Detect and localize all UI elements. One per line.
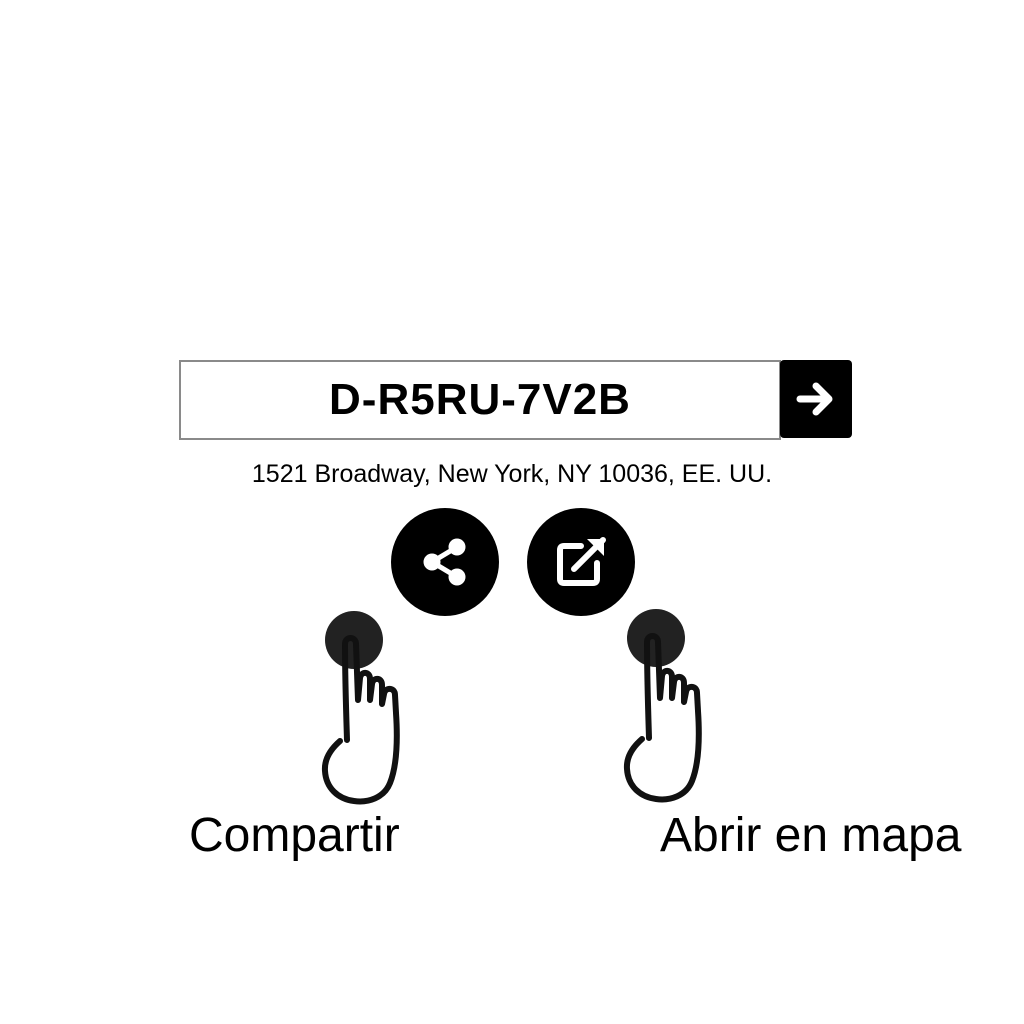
code-field-value: D-R5RU-7V2B (329, 375, 631, 424)
open-map-button[interactable] (527, 508, 635, 616)
tap-hand-icon (321, 611, 400, 805)
external-link-icon (557, 537, 606, 586)
tap-hand-icon (623, 609, 702, 803)
share-caption: Compartir (189, 809, 400, 862)
arrow-right-icon (796, 382, 833, 416)
share-icon (423, 538, 466, 586)
address-text: 1521 Broadway, New York, NY 10036, EE. U… (251, 460, 773, 488)
share-button[interactable] (391, 508, 499, 616)
code-field[interactable]: D-R5RU-7V2B (179, 360, 781, 440)
open-map-caption: Abrir en mapa (660, 809, 962, 862)
go-button[interactable] (780, 360, 852, 438)
